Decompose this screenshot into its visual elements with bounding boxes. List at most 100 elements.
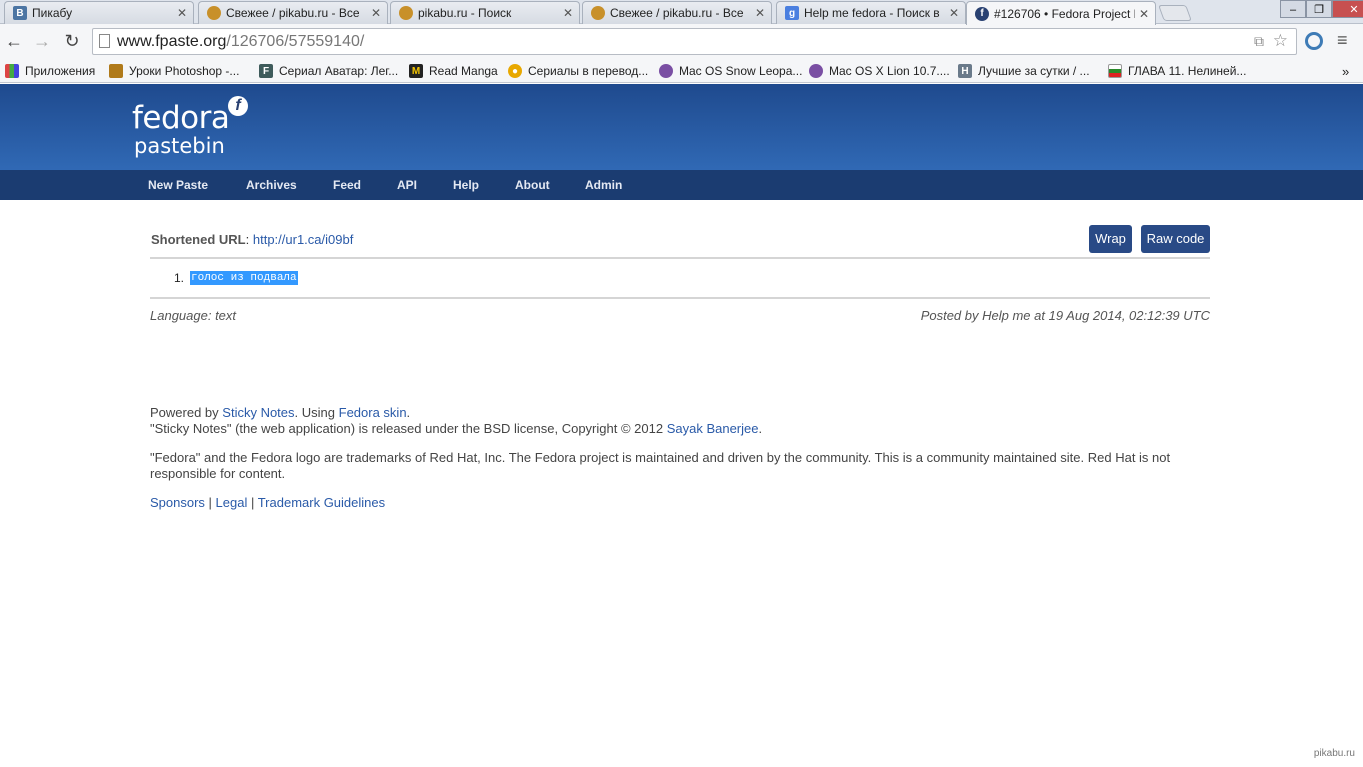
divider <box>150 297 1210 299</box>
dots-icon <box>809 64 823 78</box>
legal-link[interactable]: Legal <box>216 495 248 510</box>
shortened-url-link[interactable]: http://ur1.ca/i09bf <box>253 232 353 247</box>
fedora-pastebin-logo[interactable]: fedora f pastebin <box>132 96 252 160</box>
window-close-icon[interactable]: ✕ <box>1332 0 1363 18</box>
sticky-notes-link[interactable]: Sticky Notes <box>222 405 294 420</box>
logo-text: fedora <box>132 100 230 136</box>
bookmark-avatar[interactable]: F Сериал Аватар: Лег... <box>259 62 398 80</box>
extension-icon[interactable] <box>1305 32 1323 50</box>
close-icon[interactable]: ✕ <box>177 6 187 20</box>
bookmark-label: Сериалы в перевод... <box>528 64 649 78</box>
line-number: 1. <box>174 271 185 285</box>
bookmark-label: Уроки Photoshop -... <box>129 64 240 78</box>
footer-links: Sponsors | Legal | Trademark Guidelines <box>150 495 386 510</box>
photoshop-icon <box>109 64 123 78</box>
back-icon[interactable]: ← <box>4 31 24 51</box>
nav-feed[interactable]: Feed <box>333 178 361 192</box>
pikabu-icon <box>591 6 605 20</box>
bookmark-serials[interactable]: ● Сериалы в перевод... <box>508 62 648 80</box>
address-bar[interactable]: www.fpaste.org/126706/57559140/ ⧉ ☆ <box>92 28 1297 55</box>
forward-icon[interactable]: → <box>32 31 52 51</box>
author-link[interactable]: Sayak Banerjee <box>667 421 759 436</box>
browser-tab-1[interactable]: Свежее / pikabu.ru - Все ✕ <box>198 1 388 24</box>
google-icon: g <box>785 6 799 20</box>
tab-title: Пикабу <box>32 6 73 20</box>
reload-icon[interactable]: ↻ <box>62 31 82 51</box>
shortened-url-label: Shortened URL <box>151 232 246 247</box>
code-line[interactable]: голос из подвала <box>190 271 298 285</box>
fedora-icon: f <box>975 6 989 21</box>
vk-icon: B <box>13 6 27 20</box>
footer-trademark: "Fedora" and the Fedora logo are tradema… <box>150 450 1171 481</box>
browser-tab-2[interactable]: pikabu.ru - Поиск ✕ <box>390 1 580 24</box>
browser-tab-4[interactable]: g Help me fedora - Поиск в ✕ <box>776 1 966 24</box>
pikabu-icon <box>399 6 413 20</box>
tab-title: #126706 • Fedora Project P <box>994 6 1135 21</box>
flag-icon <box>1108 64 1122 78</box>
bookmark-label: Лучшие за сутки / ... <box>978 64 1090 78</box>
bookmark-lion[interactable]: Mac OS X Lion 10.7.... <box>809 62 950 80</box>
nav-api[interactable]: API <box>397 178 417 192</box>
trademark-guidelines-link[interactable]: Trademark Guidelines <box>258 495 385 510</box>
window-controls: – ❐ ✕ <box>1280 0 1363 18</box>
bookmark-label: Mac OS Snow Leopa... <box>679 64 803 78</box>
tab-strip: B Пикабу ✕ Свежее / pikabu.ru - Все ✕ pi… <box>0 0 1363 25</box>
bookmark-best[interactable]: H Лучшие за сутки / ... <box>958 62 1090 80</box>
shortened-url: Shortened URL: http://ur1.ca/i09bf <box>151 232 354 247</box>
fedora-skin-link[interactable]: Fedora skin <box>339 405 407 420</box>
bookmark-apps[interactable]: Приложения <box>5 62 95 80</box>
menu-icon[interactable]: ≡ <box>1337 30 1348 51</box>
manga-icon: M <box>409 64 423 78</box>
browser-tab-3[interactable]: Свежее / pikabu.ru - Все ✕ <box>582 1 772 24</box>
close-icon[interactable]: ✕ <box>563 6 573 20</box>
browser-tab-5[interactable]: f #126706 • Fedora Project P ✕ <box>966 1 1156 25</box>
nav-archives[interactable]: Archives <box>246 178 297 192</box>
close-icon[interactable]: ✕ <box>949 6 959 20</box>
footer-text: "Sticky Notes" (the web application) is … <box>150 421 664 436</box>
h-icon: H <box>958 64 972 78</box>
new-tab-button[interactable] <box>1158 5 1192 21</box>
translate-icon[interactable]: ⧉ <box>1254 33 1264 50</box>
divider <box>150 257 1210 259</box>
bookmark-chapter[interactable]: ГЛАВА 11. Нелиней... <box>1108 62 1246 80</box>
circle-icon: ● <box>508 64 522 78</box>
wrap-button[interactable]: Wrap <box>1089 225 1132 253</box>
maximize-icon[interactable]: ❐ <box>1306 0 1332 18</box>
bookmarks-overflow-icon[interactable]: » <box>1342 62 1349 80</box>
pikabu-icon <box>207 6 221 20</box>
bookmark-label: Приложения <box>25 64 96 78</box>
bookmark-photoshop[interactable]: Уроки Photoshop -... <box>109 62 239 80</box>
url-host: www.fpaste.org <box>117 32 227 50</box>
star-icon[interactable]: ☆ <box>1273 31 1288 51</box>
site-nav: New Paste Archives Feed API Help About A… <box>0 170 1363 200</box>
url-path: /126706/57559140/ <box>226 32 365 50</box>
raw-code-button[interactable]: Raw code <box>1141 225 1210 253</box>
page-icon <box>99 34 110 48</box>
footer-text: Powered by <box>150 405 219 420</box>
nav-about[interactable]: About <box>515 178 550 192</box>
close-icon[interactable]: ✕ <box>755 6 765 20</box>
footer: Powered by Sticky Notes. Using Fedora sk… <box>150 405 1210 524</box>
nav-new-paste[interactable]: New Paste <box>148 178 208 192</box>
fedora-logo-icon: f <box>228 96 248 116</box>
language-info: Language: text <box>150 308 237 323</box>
minimize-icon[interactable]: – <box>1280 0 1306 18</box>
f-icon: F <box>259 64 273 78</box>
sponsors-link[interactable]: Sponsors <box>150 495 205 510</box>
bookmark-read-manga[interactable]: M Read Manga <box>409 62 498 80</box>
posted-info: Posted by Help me at 19 Aug 2014, 02:12:… <box>920 308 1210 323</box>
close-icon[interactable]: ✕ <box>371 6 381 20</box>
nav-admin[interactable]: Admin <box>585 178 622 192</box>
bookmarks-bar: Приложения Уроки Photoshop -... F Сериал… <box>0 59 1363 83</box>
tab-title: Help me fedora - Поиск в <box>804 6 940 20</box>
dots-icon <box>659 64 673 78</box>
bookmark-snow-leopard[interactable]: Mac OS Snow Leopa... <box>659 62 802 80</box>
bookmark-label: Mac OS X Lion 10.7.... <box>829 64 950 78</box>
bookmark-label: Сериал Аватар: Лег... <box>279 64 399 78</box>
tab-title: Свежее / pikabu.ru - Все <box>226 6 360 20</box>
nav-help[interactable]: Help <box>453 178 479 192</box>
browser-tab-0[interactable]: B Пикабу ✕ <box>4 1 194 24</box>
bookmark-label: Read Manga <box>429 64 498 78</box>
apps-grid-icon <box>5 64 19 78</box>
close-icon[interactable]: ✕ <box>1139 7 1149 21</box>
